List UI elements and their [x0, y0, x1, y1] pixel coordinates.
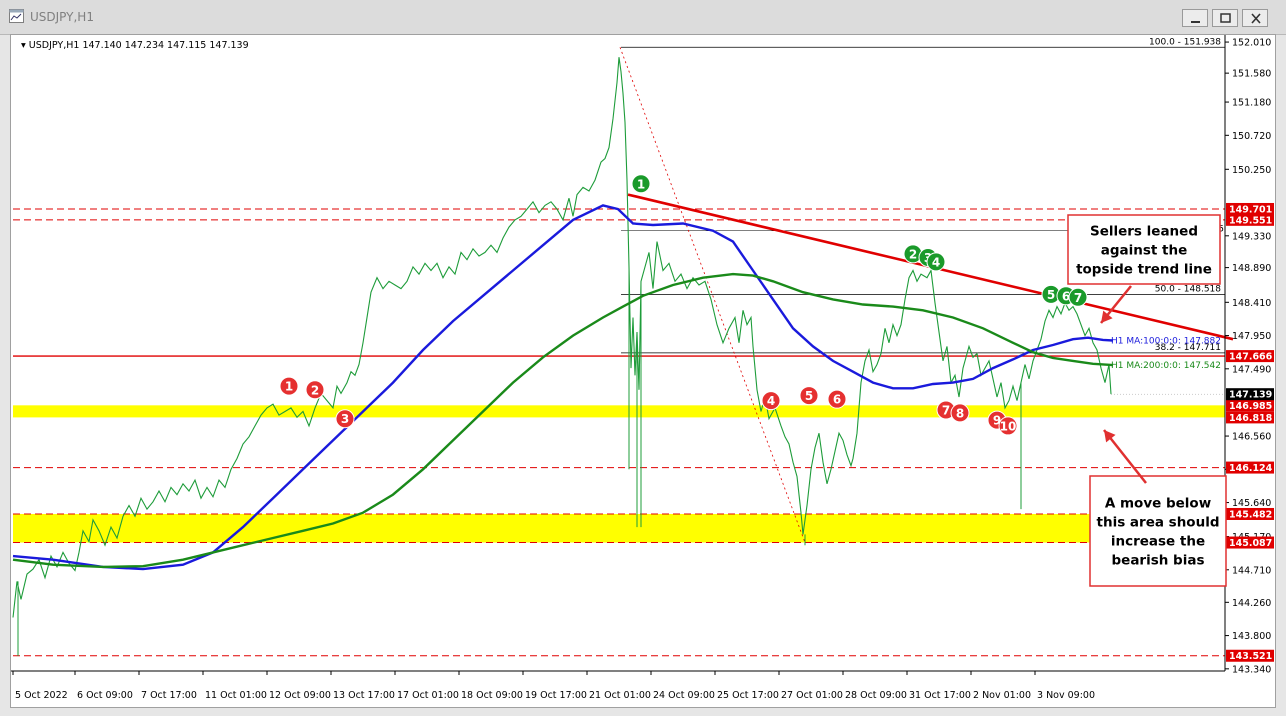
marker-label: 1: [285, 380, 293, 394]
chart-frame[interactable]: 100.0 - 151.938 50.0 - 148.518 38.2 - 147.…: [10, 34, 1276, 708]
price-tick-label: 147.490: [1232, 364, 1271, 375]
price-tick-label: 148.890: [1232, 263, 1271, 274]
price-tick-label: 144.710: [1232, 565, 1271, 576]
ma-200-label: H1 MA:200:0:0: 147.542: [1111, 361, 1221, 371]
price-level-label: 147.666: [1229, 352, 1273, 363]
minimize-button[interactable]: [1182, 9, 1208, 27]
marker-label: 1: [637, 177, 645, 191]
time-tick-label: 24 Oct 09:00: [653, 690, 715, 701]
annotation-sellers-line: topside trend line: [1076, 262, 1212, 278]
time-tick-label: 31 Oct 17:00: [909, 690, 971, 701]
window-title: USDJPY,H1: [30, 10, 94, 24]
time-tick-label: 21 Oct 01:00: [589, 690, 651, 701]
marker-label: 8: [956, 406, 964, 420]
time-tick-label: 7 Oct 17:00: [141, 690, 197, 701]
time-tick-label: 17 Oct 01:00: [397, 690, 459, 701]
maximize-button[interactable]: [1212, 9, 1238, 27]
price-level-label: 143.521: [1229, 651, 1272, 662]
marker-label: 2: [909, 247, 917, 261]
price-tick-label: 147.950: [1232, 331, 1271, 342]
marker-label: 7: [942, 404, 950, 418]
annotation-sellers-line: Sellers leaned: [1090, 224, 1198, 240]
time-tick-label: 28 Oct 09:00: [845, 690, 907, 701]
marker-label: 6: [833, 393, 841, 407]
support-zone-1: [13, 405, 1225, 418]
price-tick-label: 146.560: [1232, 432, 1271, 443]
marker-label: 5: [1047, 288, 1055, 302]
time-tick-label: 2 Nov 01:00: [973, 690, 1031, 701]
marker-label: 10: [1000, 419, 1017, 433]
time-tick-label: 13 Oct 17:00: [333, 690, 395, 701]
time-tick-label: 3 Nov 09:00: [1037, 690, 1095, 701]
marker-label: 5: [805, 389, 813, 403]
price-tick-label: 143.800: [1232, 631, 1271, 642]
annotation-move-below-line: bearish bias: [1112, 553, 1205, 569]
support-zone-2: [13, 513, 1225, 543]
marker-label: 7: [1074, 291, 1082, 305]
price-tick-label: 152.010: [1232, 38, 1271, 49]
price-tick-label: 150.250: [1232, 165, 1271, 176]
price-level-label: 145.482: [1229, 509, 1272, 520]
annotation-move-below-line: increase the: [1111, 534, 1205, 550]
annotation-sellers-line: against the: [1101, 243, 1188, 259]
ma-100-label: H1 MA:100:0:0: 147.882: [1111, 336, 1221, 346]
price-tick-label: 151.180: [1232, 98, 1271, 109]
price-tick-label: 144.260: [1232, 598, 1271, 609]
time-tick-label: 18 Oct 09:00: [461, 690, 523, 701]
fib-label: 100.0 - 151.938: [1149, 37, 1221, 47]
price-level-label: 149.551: [1229, 215, 1272, 226]
time-tick-label: 19 Oct 17:00: [525, 690, 587, 701]
window-titlebar: USDJPY,H1: [0, 0, 1286, 35]
minimize-icon: [1191, 21, 1200, 23]
marker-label: 3: [341, 412, 349, 426]
time-tick-label: 27 Oct 01:00: [781, 690, 843, 701]
close-button[interactable]: [1242, 9, 1268, 27]
price-level-label: 146.124: [1229, 463, 1273, 474]
price-tick-label: 150.720: [1232, 131, 1271, 142]
maximize-icon: [1220, 13, 1231, 23]
price-tick-label: 143.340: [1232, 664, 1271, 675]
price-tick-label: 149.330: [1232, 231, 1271, 242]
time-tick-label: 6 Oct 09:00: [77, 690, 133, 701]
price-tick-label: 151.580: [1232, 69, 1271, 80]
zone-bottom-label: 146.818: [1229, 413, 1273, 424]
annotation-move-below-line: A move below: [1105, 496, 1211, 512]
annotation-move-below-box: [1089, 475, 1227, 587]
close-icon: [1251, 13, 1261, 24]
price-tick-label: 148.410: [1232, 298, 1271, 309]
price-level-label: 145.087: [1229, 538, 1272, 549]
time-tick-label: 5 Oct 2022: [15, 690, 68, 701]
marker-label: 2: [311, 383, 319, 397]
chart-window-icon: [9, 9, 24, 23]
marker-label: 4: [932, 255, 940, 269]
marker-label: 4: [767, 394, 775, 408]
current-price-label: 147.139: [1229, 390, 1272, 401]
time-tick-label: 12 Oct 09:00: [269, 690, 331, 701]
time-tick-label: 11 Oct 01:00: [205, 690, 267, 701]
symbol-info-line: ▾ USDJPY,H1 147.140 147.234 147.115 147.…: [21, 40, 249, 51]
zone-top-label: 146.985: [1229, 401, 1272, 412]
price-tick-label: 145.640: [1232, 498, 1271, 509]
chart-canvas[interactable]: 100.0 - 151.93850.0 - 148.51838.2 - 147.…: [11, 35, 1275, 707]
time-tick-label: 25 Oct 17:00: [717, 690, 779, 701]
annotation-move-below-line: this area should: [1097, 515, 1220, 531]
fib-label: 50.0 - 148.518: [1155, 285, 1221, 295]
